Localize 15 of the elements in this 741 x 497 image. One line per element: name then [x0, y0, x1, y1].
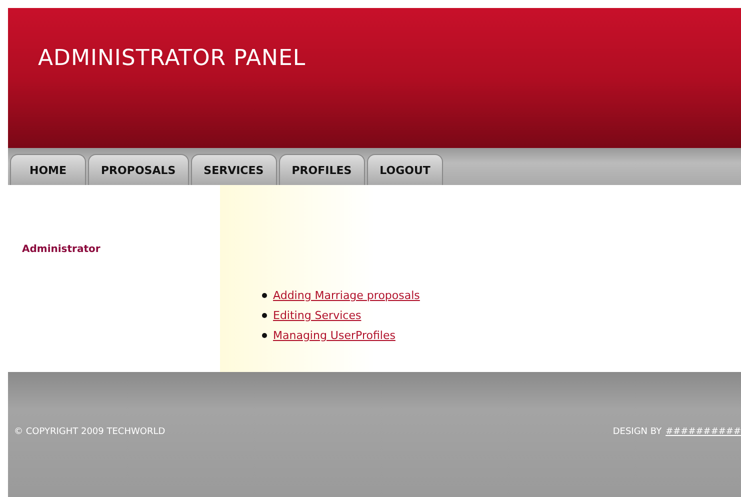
bullet-icon — [262, 313, 267, 318]
menu-link[interactable]: Editing Services — [273, 309, 362, 322]
panel-title: ADMINISTRATOR PANEL — [38, 46, 306, 71]
nav-tab[interactable]: HOME — [10, 154, 86, 185]
bullet-icon — [262, 293, 267, 298]
bullet-icon — [262, 333, 267, 338]
menu-link[interactable]: Managing UserProfiles — [273, 329, 396, 342]
nav-tab[interactable]: PROFILES — [278, 154, 365, 185]
design-label: DESIGN BY — [612, 426, 662, 436]
menu-link[interactable]: Adding Marriage proposals — [273, 289, 420, 302]
nav-tab[interactable]: PROPOSALS — [88, 154, 189, 185]
nav-tab[interactable]: LOGOUT — [366, 154, 444, 185]
sidebar-heading: Administrator — [22, 244, 100, 255]
copyright-text: © COPYRIGHT 2009 TECHWORLD — [14, 426, 166, 436]
nav-tab[interactable]: SERVICES — [190, 154, 277, 185]
